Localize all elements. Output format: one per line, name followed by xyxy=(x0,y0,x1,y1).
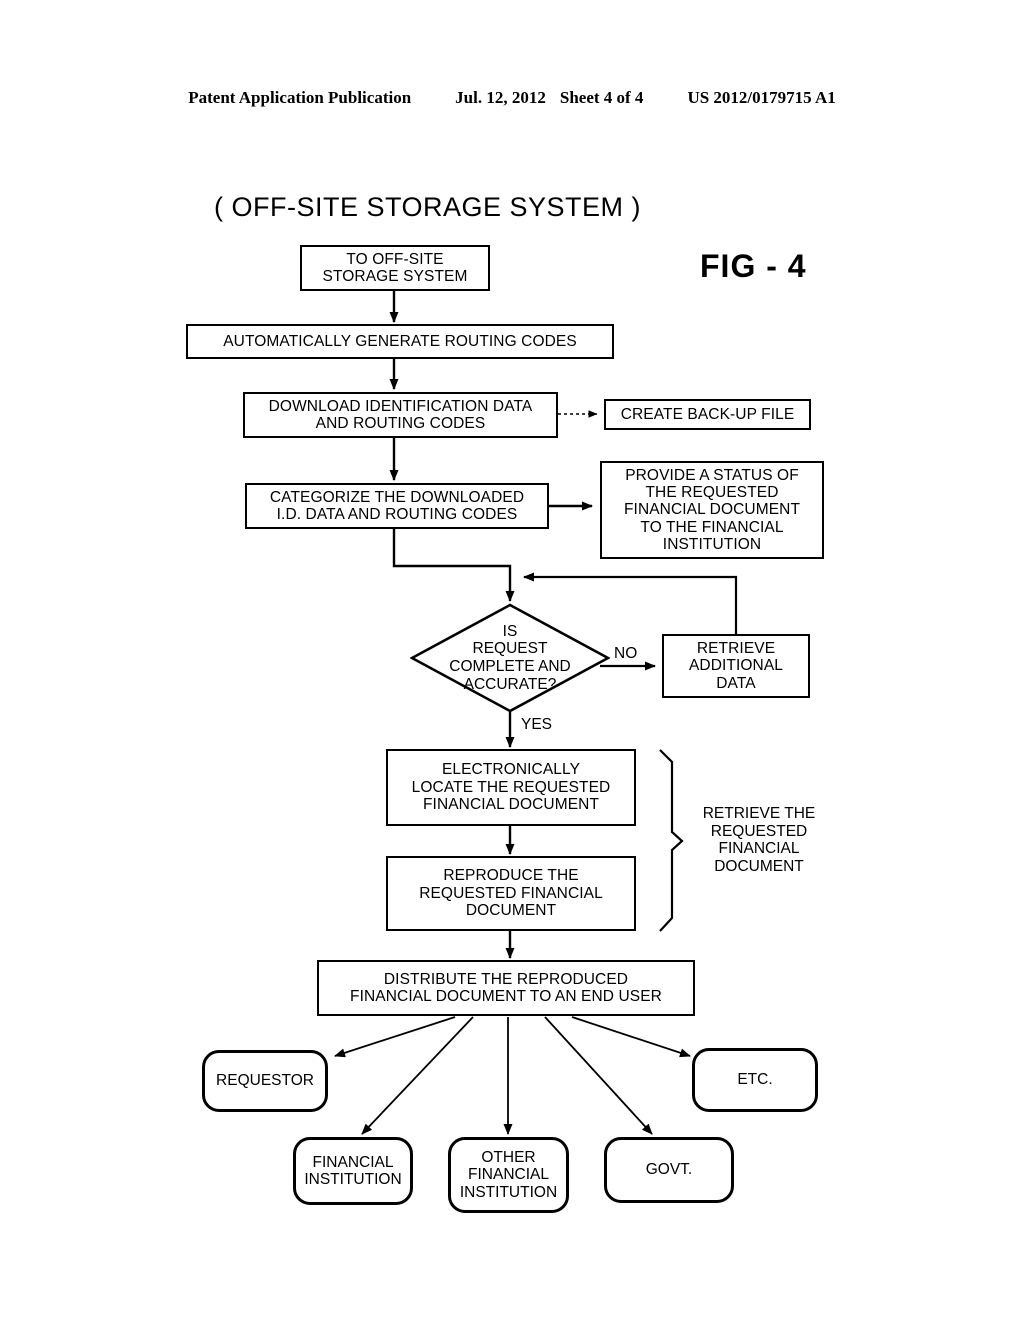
node-electronically-locate-document[interactable]: ELECTRONICALLY LOCATE THE REQUESTED FINA… xyxy=(386,749,636,826)
edge-distribute-to-etc xyxy=(571,1016,691,1058)
edge-distribute-to-govt xyxy=(544,1016,653,1135)
terminal-financial-institution[interactable]: FINANCIAL INSTITUTION xyxy=(293,1137,413,1205)
edge-categorize-to-decision xyxy=(392,529,515,602)
edge-label-no: NO xyxy=(614,645,638,662)
group-label-retrieve-requested-document: RETRIEVE THE REQUESTED FINANCIAL DOCUMEN… xyxy=(702,805,816,875)
node-decision-is-request-complete[interactable]: IS REQUEST COMPLETE AND ACCURATE? xyxy=(410,603,610,713)
decision-label: IS REQUEST COMPLETE AND ACCURATE? xyxy=(449,622,571,693)
node-categorize-downloaded-data[interactable]: CATEGORIZE THE DOWNLOADED I.D. DATA AND … xyxy=(245,483,549,529)
node-reproduce-document[interactable]: REPRODUCE THE REQUESTED FINANCIAL DOCUME… xyxy=(386,856,636,931)
node-to-off-site-storage-system[interactable]: TO OFF-SITE STORAGE SYSTEM xyxy=(300,245,490,291)
node-automatically-generate-routing-codes[interactable]: AUTOMATICALLY GENERATE ROUTING CODES xyxy=(186,324,614,359)
node-create-back-up-file[interactable]: CREATE BACK-UP FILE xyxy=(604,399,811,430)
terminal-requestor[interactable]: REQUESTOR xyxy=(202,1050,328,1112)
terminal-etc[interactable]: ETC. xyxy=(692,1048,818,1112)
terminal-other-financial-institution[interactable]: OTHER FINANCIAL INSTITUTION xyxy=(448,1137,569,1213)
node-download-identification-data[interactable]: DOWNLOAD IDENTIFICATION DATA AND ROUTING… xyxy=(243,392,558,438)
node-provide-status[interactable]: PROVIDE A STATUS OF THE REQUESTED FINANC… xyxy=(600,461,824,559)
terminal-govt[interactable]: GOVT. xyxy=(604,1137,734,1203)
edge-label-yes: YES xyxy=(521,716,553,733)
edge-distribute-to-requestor xyxy=(334,1016,456,1058)
node-retrieve-additional-data[interactable]: RETRIEVE ADDITIONAL DATA xyxy=(662,634,810,698)
group-brace xyxy=(659,749,684,932)
edge-distribute-to-financial xyxy=(361,1016,474,1135)
node-distribute-document[interactable]: DISTRIBUTE THE REPRODUCED FINANCIAL DOCU… xyxy=(317,960,695,1016)
